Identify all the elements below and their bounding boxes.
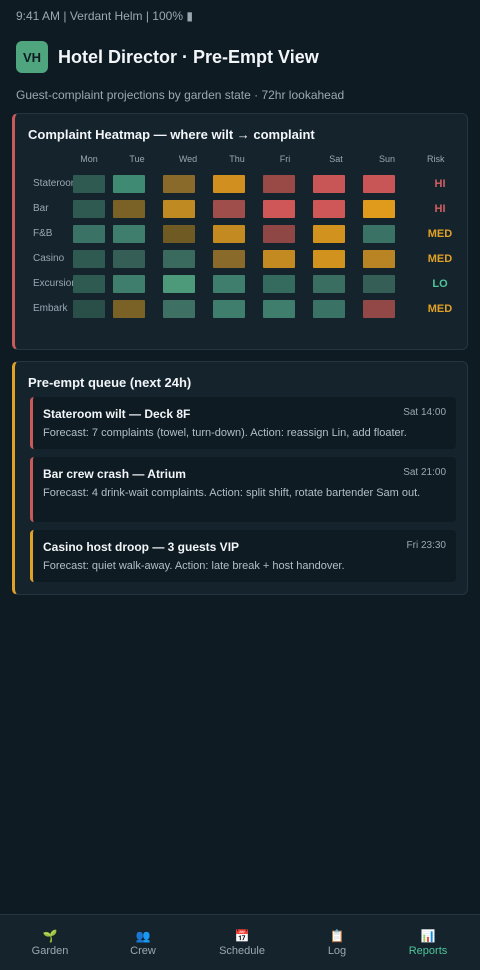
- heatmap-cell[interactable]: [263, 225, 295, 243]
- heatmap-row-label: F&B: [33, 228, 53, 239]
- heatmap-cell[interactable]: [163, 175, 195, 193]
- queue-item-desc: Forecast: quiet walk-away. Action: late …: [43, 560, 345, 572]
- queue-item-title: Casino host droop — 3 guests VIP: [43, 540, 240, 554]
- heatmap-cell[interactable]: [113, 225, 145, 243]
- heatmap-cell[interactable]: [213, 300, 245, 318]
- app-header: VH Hotel Director · Pre-Empt View: [16, 41, 319, 73]
- queue-item-time: Sat 21:00: [403, 467, 446, 478]
- heatmap-cell[interactable]: [263, 300, 295, 318]
- bar-chart-icon: 📊: [420, 929, 436, 943]
- page-title: Hotel Director · Pre-Empt View: [58, 46, 319, 67]
- heatmap-cell[interactable]: [163, 200, 195, 218]
- risk-header: Risk: [427, 154, 445, 164]
- tab-label: Log: [327, 945, 347, 957]
- heatmap-row-label: Casino: [33, 253, 65, 264]
- heatmap-cell[interactable]: [313, 225, 345, 243]
- queue-title: Pre-empt queue (next 24h): [28, 375, 192, 390]
- day-label-thu: Thu: [229, 154, 245, 164]
- heatmap-cell[interactable]: [213, 200, 245, 218]
- heatmap-cell[interactable]: [163, 275, 195, 293]
- heatmap-cell[interactable]: [263, 275, 295, 293]
- heatmap-cell[interactable]: [73, 300, 105, 318]
- seedling-icon: 🌱: [42, 929, 58, 943]
- tab-label: Garden: [31, 945, 69, 957]
- heatmap-cell[interactable]: [213, 275, 245, 293]
- heatmap-cell[interactable]: [73, 275, 105, 293]
- heatmap-cell[interactable]: [163, 300, 195, 318]
- day-label-wed: Wed: [178, 154, 198, 164]
- queue-item-desc: Forecast: 4 drink-wait complaints. Actio…: [43, 487, 421, 499]
- heatmap-cell[interactable]: [163, 250, 195, 268]
- day-label-sun: Sun: [378, 154, 395, 164]
- queue-item-desc: Forecast: 7 complaints (towel, turn-down…: [43, 427, 407, 439]
- day-label-fri: Fri: [279, 154, 291, 164]
- queue-item-time: Fri 23:30: [406, 540, 446, 551]
- preempt-queue-card: Pre-empt queue (next 24h) Stateroom wilt…: [12, 361, 468, 595]
- queue-item[interactable]: Stateroom wilt — Deck 8F Sat 14:00 Forec…: [30, 397, 456, 449]
- risk-level-badge: HI: [434, 203, 446, 215]
- tab-crew[interactable]: 👥 Crew: [103, 929, 183, 957]
- heatmap-cell[interactable]: [163, 225, 195, 243]
- heatmap-cell[interactable]: [313, 175, 345, 193]
- bottom-tab-bar: 🌱 Garden 👥 Crew 📅 Schedule 📋 Log 📊 Repor…: [0, 914, 480, 970]
- page-subtitle: Guest-complaint projections by garden st…: [16, 88, 345, 102]
- calendar-icon: 📅: [234, 929, 250, 943]
- heatmap-cell[interactable]: [263, 200, 295, 218]
- tab-schedule[interactable]: 📅 Schedule: [202, 929, 282, 957]
- heatmap-cell[interactable]: [73, 175, 105, 193]
- heatmap-cell[interactable]: [73, 200, 105, 218]
- heatmap-cell[interactable]: [363, 300, 395, 318]
- heatmap-card: Complaint Heatmap — where wilt → complai…: [12, 113, 468, 350]
- heatmap-cell[interactable]: [113, 275, 145, 293]
- avatar[interactable]: VH: [16, 41, 48, 73]
- queue-item-time: Sat 14:00: [403, 407, 446, 418]
- heatmap-cell[interactable]: [113, 200, 145, 218]
- heatmap-cell[interactable]: [363, 250, 395, 268]
- risk-level-badge: MED: [427, 303, 453, 315]
- heatmap-cell[interactable]: [363, 175, 395, 193]
- heatmap-cell[interactable]: [363, 275, 395, 293]
- day-label-tue: Tue: [129, 154, 145, 164]
- tab-label: Crew: [130, 945, 156, 957]
- heatmap-cell[interactable]: [313, 275, 345, 293]
- heatmap-cell[interactable]: [213, 225, 245, 243]
- heatmap-cell[interactable]: [313, 300, 345, 318]
- heatmap-cell[interactable]: [263, 175, 295, 193]
- risk-level-badge: MED: [427, 228, 453, 240]
- heatmap-cell[interactable]: [73, 250, 105, 268]
- heatmap-cell[interactable]: [113, 300, 145, 318]
- queue-item-title: Stateroom wilt — Deck 8F: [43, 407, 191, 421]
- queue-item-title: Bar crew crash — Atrium: [43, 467, 186, 481]
- tab-label: Reports: [408, 945, 448, 957]
- heatmap-cell[interactable]: [313, 250, 345, 268]
- heatmap-cell[interactable]: [113, 250, 145, 268]
- heatmap-cell[interactable]: [213, 250, 245, 268]
- heatmap-cell[interactable]: [313, 200, 345, 218]
- status-bar: 9:41 AM | Verdant Helm | 100% ▮: [16, 9, 193, 23]
- day-label-mon: Mon: [80, 154, 98, 164]
- day-label-sat: Sat: [329, 154, 343, 164]
- tab-log[interactable]: 📋 Log: [297, 929, 377, 957]
- heatmap-title: Complaint Heatmap — where wilt → complai…: [28, 127, 315, 142]
- people-icon: 👥: [135, 929, 151, 943]
- queue-item[interactable]: Casino host droop — 3 guests VIP Fri 23:…: [30, 530, 456, 582]
- risk-level-badge: HI: [434, 178, 446, 190]
- heatmap-row-label: Embark: [33, 303, 68, 314]
- tab-reports[interactable]: 📊 Reports: [388, 929, 468, 957]
- heatmap-cell[interactable]: [213, 175, 245, 193]
- risk-level-badge: MED: [427, 253, 453, 265]
- heatmap-cell[interactable]: [73, 225, 105, 243]
- heatmap-row-label: Excursion: [33, 278, 77, 289]
- heatmap-row-label: Bar: [33, 203, 49, 214]
- clipboard-icon: 📋: [329, 929, 345, 943]
- heatmap-cell[interactable]: [363, 225, 395, 243]
- queue-item[interactable]: Bar crew crash — Atrium Sat 21:00 Foreca…: [30, 457, 456, 522]
- tab-garden[interactable]: 🌱 Garden: [10, 929, 90, 957]
- heatmap-cell[interactable]: [263, 250, 295, 268]
- heatmap-cell[interactable]: [363, 200, 395, 218]
- tab-label: Schedule: [219, 945, 265, 957]
- risk-level-badge: LO: [432, 278, 448, 290]
- heatmap-cell[interactable]: [113, 175, 145, 193]
